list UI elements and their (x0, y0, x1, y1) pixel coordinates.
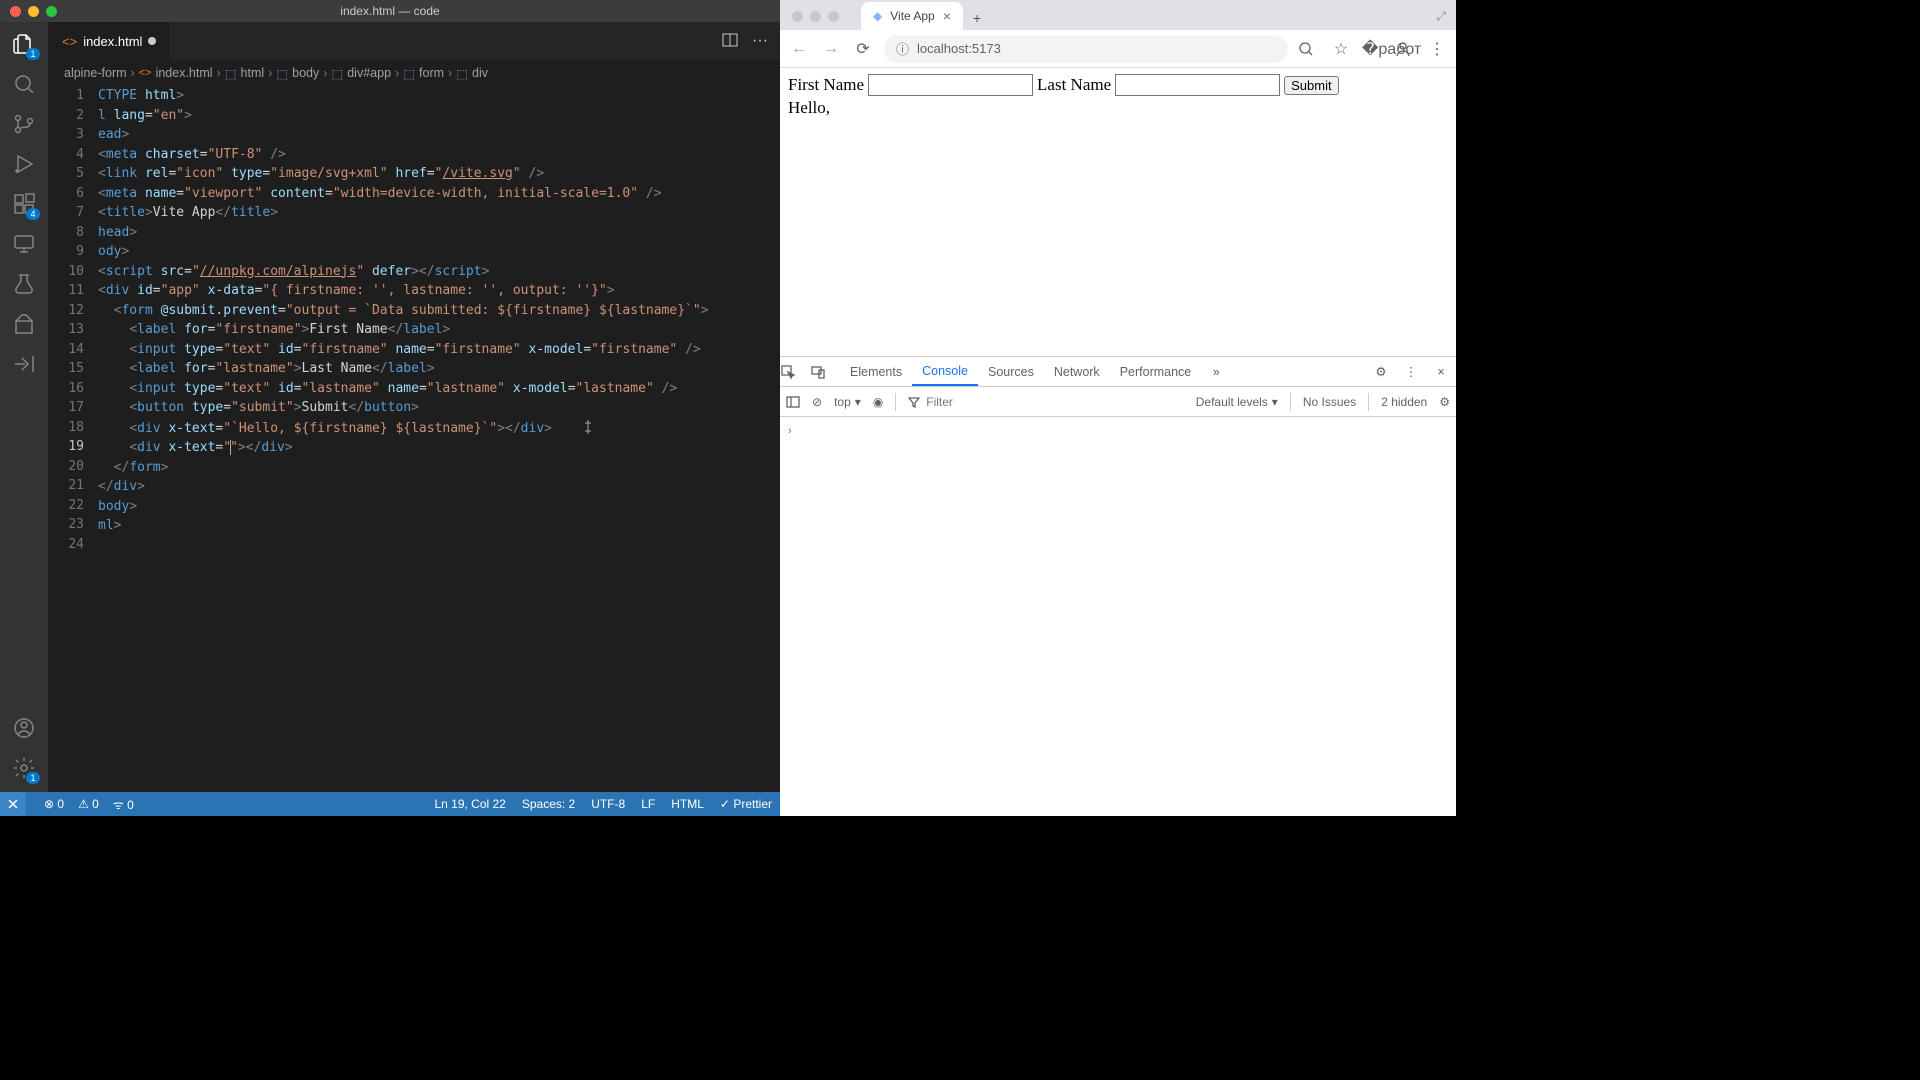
url-bar[interactable]: ⓘ localhost:5173 (884, 35, 1288, 63)
split-editor-icon[interactable] (722, 32, 738, 50)
browser-titlebar: ◆ Vite App × + ⤢ (780, 0, 1456, 30)
devtools-tab-sources[interactable]: Sources (978, 357, 1044, 386)
log-levels-selector[interactable]: Default levels ▾ (1196, 395, 1278, 409)
page-content: First Name Last Name Submit Hello, (780, 68, 1456, 356)
settings-gear-icon[interactable]: 1 (10, 754, 38, 782)
editor-tab[interactable]: <> index.html (48, 22, 170, 60)
zoom-icon[interactable] (1298, 41, 1320, 57)
console-toolbar: ⊘ top ▾ ◉ Default levels ▾ No Issues 2 h… (780, 387, 1456, 417)
url-text: localhost:5173 (917, 41, 1001, 56)
remote-explorer-icon[interactable] (10, 230, 38, 258)
extensions-badge: 4 (26, 208, 40, 220)
extensions-icon[interactable]: 4 (10, 190, 38, 218)
devtools-tab-performance[interactable]: Performance (1110, 357, 1202, 386)
last-name-input[interactable] (1115, 74, 1280, 96)
status-errors[interactable]: ⊗ 0 (44, 797, 64, 811)
tab-favicon-icon: ◆ (873, 9, 882, 23)
output-text: Hello, (788, 98, 1448, 118)
clear-console-icon[interactable]: ⊘ (812, 395, 822, 409)
live-share-icon[interactable] (10, 350, 38, 378)
run-debug-icon[interactable] (10, 150, 38, 178)
browser-tab-title: Vite App (890, 9, 934, 23)
console-output[interactable]: › (780, 417, 1456, 816)
first-name-input[interactable] (868, 74, 1033, 96)
status-warnings[interactable]: ⚠ 0 (78, 797, 99, 811)
status-prettier[interactable]: ✓ Prettier (720, 797, 772, 811)
devtools-menu-icon[interactable]: ⋮ (1396, 364, 1426, 379)
more-tabs-icon[interactable]: » (1201, 365, 1231, 379)
menu-icon[interactable]: ⋮ (1426, 39, 1448, 59)
vscode-window: index.html — code 1 4 (0, 0, 780, 816)
submit-button[interactable]: Submit (1284, 76, 1338, 95)
settings-badge: 1 (26, 772, 40, 784)
status-ports[interactable]: ᯤ 0 (113, 796, 134, 813)
devtools-tab-bar: Elements Console Sources Network Perform… (780, 357, 1456, 387)
browser-window: ◆ Vite App × + ⤢ ← → ⟳ ⓘ localhost:5173 … (780, 0, 1456, 816)
extensions-puzzle-icon[interactable]: �работ (1362, 39, 1384, 59)
breadcrumb[interactable]: alpine-form › <>index.html › ⬚ html › ⬚ … (48, 60, 780, 86)
console-sidebar-icon[interactable] (786, 395, 800, 409)
chevron-down-icon: ▾ (855, 395, 861, 409)
profile-avatar-icon[interactable] (1394, 40, 1416, 58)
bookmark-star-icon[interactable]: ☆ (1330, 39, 1352, 59)
remote-indicator-icon[interactable] (0, 792, 26, 816)
console-prompt-icon: › (788, 425, 792, 437)
first-name-label: First Name (788, 75, 864, 95)
search-icon[interactable] (10, 70, 38, 98)
devtools-tab-elements[interactable]: Elements (840, 357, 912, 386)
site-info-icon[interactable]: ⓘ (896, 39, 909, 58)
html-file-icon: <> (62, 34, 77, 49)
reload-icon[interactable]: ⟳ (852, 39, 874, 59)
close-tab-icon[interactable]: × (943, 8, 951, 24)
accounts-icon[interactable] (10, 714, 38, 742)
testing-icon[interactable] (10, 270, 38, 298)
forward-icon[interactable]: → (820, 40, 842, 58)
status-language[interactable]: HTML (671, 797, 704, 811)
more-actions-icon[interactable]: ··· (752, 32, 768, 50)
last-name-label: Last Name (1037, 75, 1111, 95)
new-tab-icon[interactable]: + (963, 6, 991, 30)
explorer-icon[interactable]: 1 (10, 30, 38, 58)
issues-indicator[interactable]: No Issues (1303, 395, 1356, 409)
status-indentation[interactable]: Spaces: 2 (522, 797, 575, 811)
editor-tab-bar: <> index.html ··· (48, 22, 780, 60)
devtools-tab-network[interactable]: Network (1044, 357, 1110, 386)
devtools-close-icon[interactable]: × (1426, 365, 1456, 379)
browser-tab[interactable]: ◆ Vite App × (861, 2, 963, 30)
status-bar: ⊗ 0 ⚠ 0 ᯤ 0 Ln 19, Col 22 Spaces: 2 UTF-… (0, 792, 780, 816)
activity-bar: 1 4 (0, 22, 48, 792)
back-icon[interactable]: ← (788, 40, 810, 58)
devtools-panel: Elements Console Sources Network Perform… (780, 356, 1456, 816)
context-selector[interactable]: top ▾ (834, 395, 861, 409)
explorer-badge: 1 (26, 48, 40, 60)
status-encoding[interactable]: UTF-8 (591, 797, 625, 811)
chevron-down-icon: ▾ (1272, 395, 1278, 409)
hidden-count[interactable]: 2 hidden (1381, 395, 1427, 409)
window-title: index.html — code (0, 4, 780, 18)
status-cursor-position[interactable]: Ln 19, Col 22 (434, 797, 505, 811)
console-filter-input[interactable] (926, 395, 986, 409)
maximize-window-icon[interactable] (828, 11, 839, 22)
device-toolbar-icon[interactable] (810, 364, 840, 380)
console-settings-icon[interactable]: ⚙ (1439, 395, 1450, 409)
minimize-window-icon[interactable] (810, 11, 821, 22)
filter-icon (908, 396, 920, 408)
source-control-icon[interactable] (10, 110, 38, 138)
close-window-icon[interactable] (792, 11, 803, 22)
inspect-element-icon[interactable] (780, 364, 810, 380)
database-icon[interactable] (10, 310, 38, 338)
devtools-tab-console[interactable]: Console (912, 357, 978, 386)
browser-toolbar: ← → ⟳ ⓘ localhost:5173 ☆ �работ ⋮ (780, 30, 1456, 68)
modified-indicator-icon (148, 37, 156, 45)
devtools-settings-icon[interactable]: ⚙ (1366, 364, 1396, 379)
status-eol[interactable]: LF (641, 797, 655, 811)
tab-filename: index.html (83, 34, 142, 49)
code-editor[interactable]: 123456789101112131415161718192021222324 … (48, 86, 780, 792)
live-expression-icon[interactable]: ◉ (873, 395, 883, 409)
vscode-titlebar: index.html — code (0, 0, 780, 22)
expand-window-icon[interactable]: ⤢ (1436, 9, 1456, 30)
